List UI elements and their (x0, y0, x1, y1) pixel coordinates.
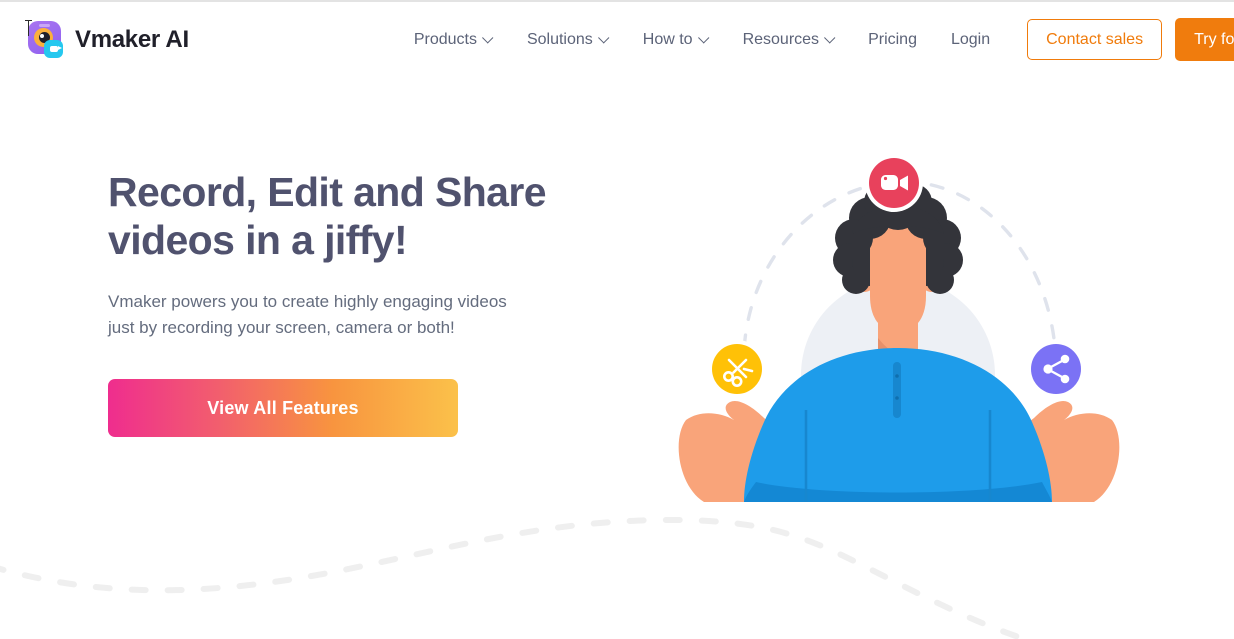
hero-text-block: Record, Edit and Share videos in a jiffy… (108, 168, 578, 438)
share-badge (1027, 340, 1085, 398)
site-header: Vmaker AI Products Solutions How to Reso… (0, 2, 1234, 77)
contact-sales-button[interactable]: Contact sales (1027, 19, 1163, 60)
chevron-down-icon (824, 31, 836, 44)
record-badge (865, 154, 923, 212)
shirt-placket (893, 362, 901, 418)
nav-item-solutions[interactable]: Solutions (509, 25, 625, 55)
nav-item-products[interactable]: Products (396, 25, 509, 55)
nav-label-resources: Resources (742, 30, 820, 48)
hero-title: Record, Edit and Share videos in a jiffy… (108, 168, 578, 265)
nav-item-pricing[interactable]: Pricing (851, 25, 934, 55)
chevron-down-icon (482, 31, 494, 44)
nav-label-products: Products (413, 30, 477, 48)
brand-logo-link[interactable]: Vmaker AI (26, 20, 189, 60)
chevron-down-icon (697, 31, 709, 44)
nav-label-solutions: Solutions (526, 30, 593, 48)
edit-badge (708, 340, 766, 398)
nav-item-login[interactable]: Login (934, 25, 1007, 55)
main-navigation: Products Solutions How to Resources Pric… (396, 18, 1234, 61)
chevron-down-icon (597, 31, 610, 44)
hero-title-line-1: Record, Edit and Share (108, 169, 547, 215)
wave-dashed-path (0, 516, 1034, 639)
decorative-wave (0, 500, 1234, 639)
hero-subtitle-line-2: just by recording your screen, camera or… (108, 318, 455, 338)
hero-illustration (660, 130, 1140, 520)
brand-name: Vmaker AI (75, 25, 189, 53)
try-for-free-button[interactable]: Try for Free (1175, 18, 1234, 61)
hero-title-line-2: videos in a jiffy! (108, 217, 408, 264)
face (870, 226, 926, 332)
nav-label-how-to: How to (642, 30, 693, 48)
nav-item-resources[interactable]: Resources (725, 25, 851, 55)
hero-subtitle: Vmaker powers you to create highly engag… (108, 289, 578, 342)
landing-page: Vmaker AI Products Solutions How to Reso… (0, 0, 1234, 639)
hero-subtitle-line-1: Vmaker powers you to create highly engag… (108, 291, 507, 311)
view-all-features-button[interactable]: View All Features (108, 379, 458, 438)
vmaker-camera-logo-icon (26, 20, 66, 60)
nav-item-how-to[interactable]: How to (625, 25, 725, 55)
